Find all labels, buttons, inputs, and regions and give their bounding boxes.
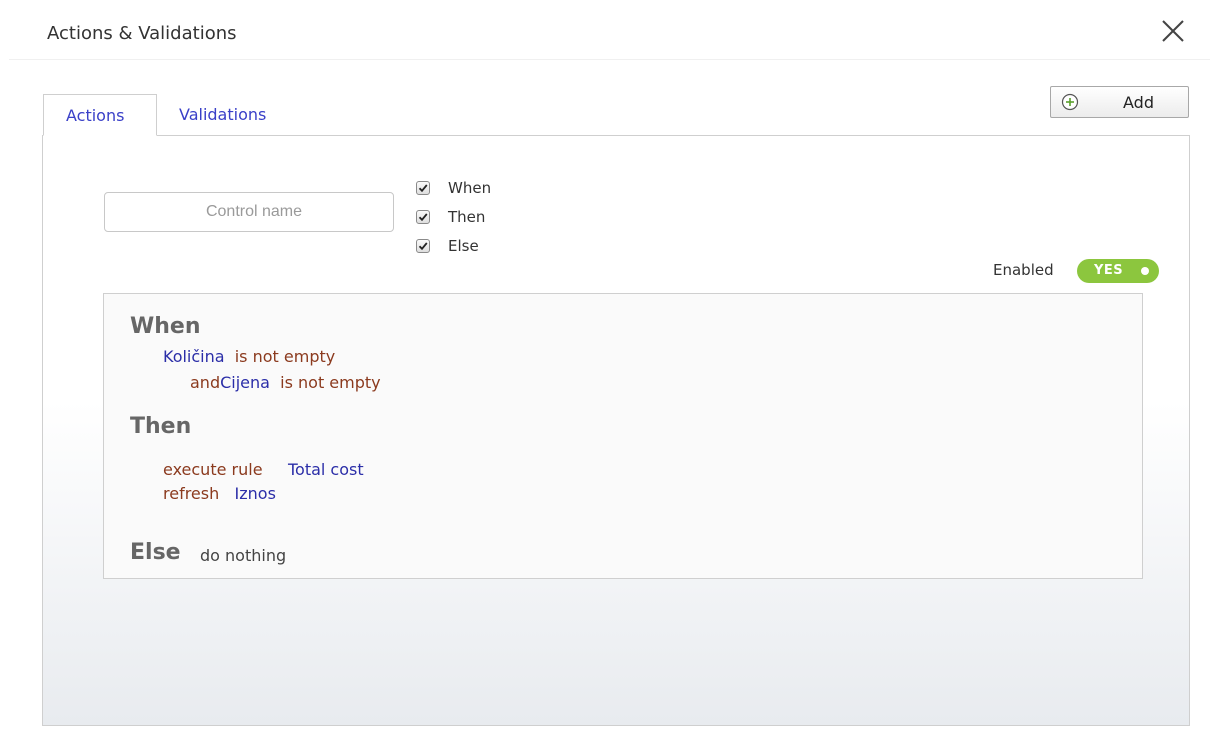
action-row: execute rule Total cost — [163, 460, 364, 479]
condition-operator: is not empty — [234, 347, 336, 366]
filter-checkboxes: When Then Else — [416, 173, 491, 260]
when-checkbox-label: When — [448, 178, 492, 197]
condition-row: andCijena is not empty — [190, 373, 381, 392]
action-target[interactable]: Total cost — [288, 460, 364, 479]
actions-validations-dialog: Actions & Validations Actions Validation… — [9, 9, 1210, 734]
else-checkbox-label: Else — [448, 236, 479, 255]
then-checkbox-label: Then — [448, 207, 486, 226]
then-heading: Then — [130, 414, 192, 439]
control-name-input[interactable] — [104, 192, 394, 232]
condition-field[interactable]: Cijena — [220, 373, 270, 392]
condition-conjunction: and — [190, 373, 221, 392]
action-row: refresh Iznos — [163, 484, 276, 503]
close-icon[interactable] — [1157, 15, 1189, 47]
check-icon — [418, 212, 428, 221]
add-button[interactable]: Add — [1050, 86, 1189, 118]
enabled-toggle[interactable]: YES — [1077, 259, 1159, 283]
plus-circle-icon — [1061, 93, 1079, 111]
checkbox-box[interactable] — [416, 238, 430, 253]
rule-summary: When Količina is not empty andCijena is … — [103, 293, 1143, 579]
toggle-value: YES — [1094, 263, 1124, 278]
checkbox-box[interactable] — [416, 209, 430, 224]
add-button-label: Add — [1123, 93, 1154, 112]
action-verb: execute rule — [163, 460, 263, 479]
toggle-knob — [1141, 267, 1149, 275]
check-icon — [418, 183, 428, 192]
then-checkbox[interactable]: Then — [416, 202, 491, 231]
condition-field[interactable]: Količina — [163, 347, 225, 366]
dialog-title: Actions & Validations — [47, 23, 237, 44]
action-verb: refresh — [163, 484, 220, 503]
condition-row: Količina is not empty — [163, 347, 335, 366]
when-checkbox[interactable]: When — [416, 173, 491, 202]
condition-operator: is not empty — [280, 373, 381, 392]
when-heading: When — [130, 314, 201, 339]
checkbox-box[interactable] — [416, 180, 430, 195]
tab-validations[interactable]: Validations — [157, 94, 297, 136]
tab-actions[interactable]: Actions — [43, 94, 157, 136]
else-checkbox[interactable]: Else — [416, 231, 491, 260]
else-heading: Else — [130, 540, 181, 565]
enabled-label: Enabled — [993, 261, 1054, 279]
check-icon — [418, 241, 428, 250]
action-target[interactable]: Iznos — [235, 484, 276, 503]
actions-panel: When Then Else Enabled YES When — [42, 135, 1190, 726]
title-divider — [9, 59, 1210, 60]
else-text: do nothing — [200, 546, 287, 565]
